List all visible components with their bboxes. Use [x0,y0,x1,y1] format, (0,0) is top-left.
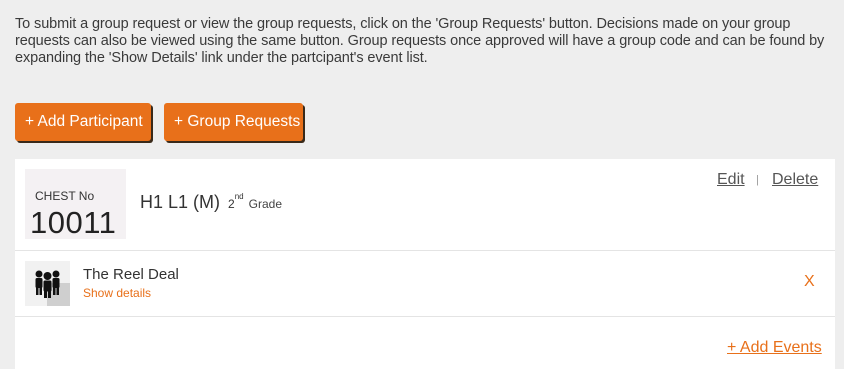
chest-number-box: CHEST No 10011 [25,169,126,240]
participant-header: CHEST No 10011 H1 L1 (M) 2nd Grade Edit … [15,159,835,251]
participant-name-text: H1 L1 (M) [140,192,221,212]
event-name: The Reel Deal [83,266,179,283]
grade-number: 2 [228,197,235,211]
chest-number: 10011 [30,205,117,240]
remove-event-button[interactable]: X [804,273,815,291]
edit-link[interactable]: Edit [717,171,745,189]
chest-label: CHEST No [35,189,95,203]
instructions-text: To submit a group request or view the gr… [15,16,825,66]
add-events-link[interactable]: + Add Events [727,339,822,357]
participant-name: H1 L1 (M) 2nd Grade [140,192,282,213]
add-participant-button[interactable]: + Add Participant [15,103,151,141]
link-separator: | [756,174,759,186]
group-requests-button[interactable]: + Group Requests [164,103,303,141]
delete-link[interactable]: Delete [772,171,818,189]
group-people-icon [25,261,70,306]
participant-card: CHEST No 10011 H1 L1 (M) 2nd Grade Edit … [15,159,835,369]
grade-suffix: nd [234,192,244,201]
event-row: The Reel Deal Show details X [15,251,835,317]
show-details-link[interactable]: Show details [83,286,151,300]
grade-label: Grade [248,197,282,211]
